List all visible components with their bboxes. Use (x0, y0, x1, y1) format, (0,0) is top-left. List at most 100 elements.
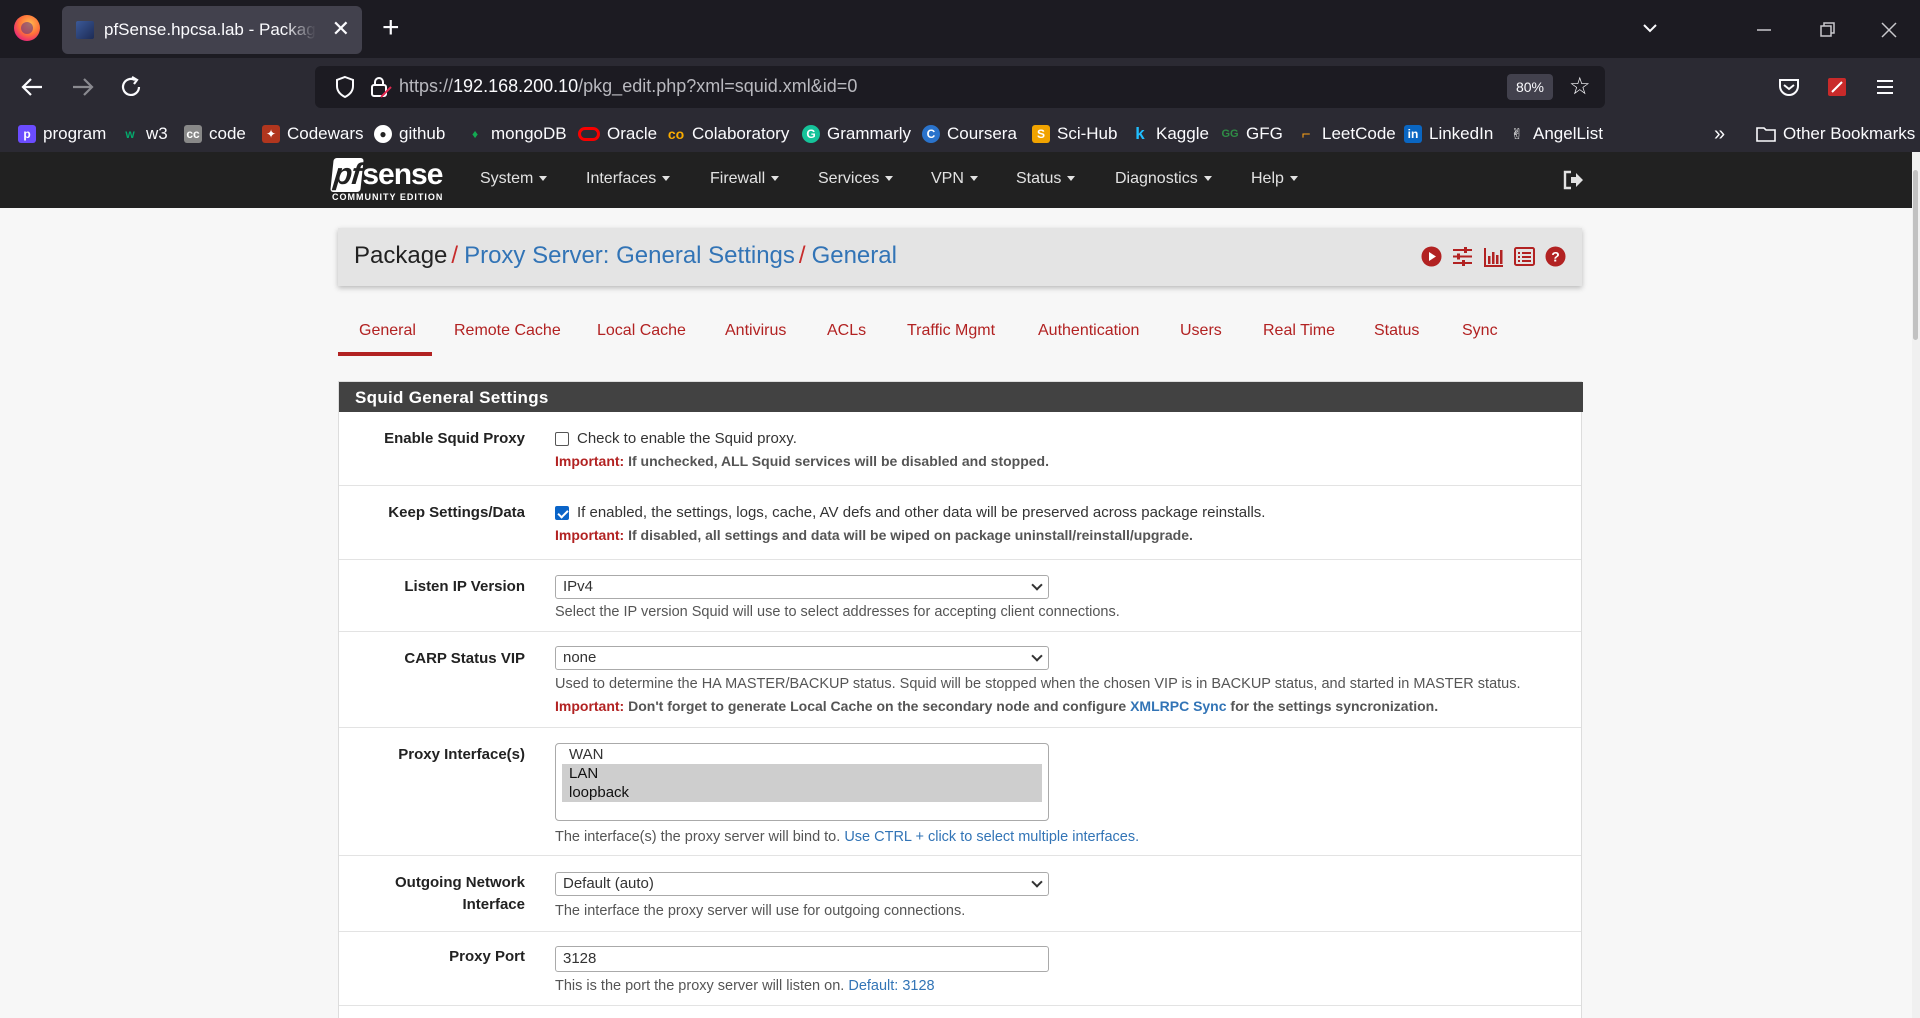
zoom-level-badge[interactable]: 80% (1507, 74, 1553, 100)
bookmark-star-icon[interactable]: ☆ (1569, 72, 1591, 102)
list-all-tabs-icon[interactable] (1640, 18, 1660, 38)
proxy-port-input[interactable]: 3128 (555, 946, 1049, 972)
bookmark-mongodb[interactable]: ♦ mongoDB (466, 122, 567, 146)
proxy-port-default-link[interactable]: Default: 3128 (848, 978, 934, 994)
mongodb-icon: ♦ (471, 127, 479, 141)
menu-interfaces[interactable]: Interfaces (586, 170, 671, 188)
bookmark-codewars[interactable]: ✦ Codewars (262, 122, 364, 146)
tab-authentication[interactable]: Authentication (1038, 322, 1139, 340)
listen-ip-select[interactable]: IPv4 (555, 575, 1049, 599)
enable-squid-text: Check to enable the Squid proxy. (577, 430, 797, 447)
menu-services[interactable]: Services (818, 170, 894, 188)
leetcode-icon: ⌐ (1301, 125, 1311, 143)
tracking-protection-shield-icon[interactable] (335, 75, 355, 99)
tab-users[interactable]: Users (1180, 322, 1222, 340)
menu-firewall[interactable]: Firewall (710, 170, 780, 188)
enable-squid-control[interactable]: Check to enable the Squid proxy. (555, 428, 1565, 450)
tab-close-icon[interactable]: ✕ (332, 16, 350, 42)
status-chart-icon[interactable] (1483, 246, 1504, 267)
restore-icon[interactable] (1818, 20, 1838, 40)
pfsense-logo-subtitle: COMMUNITY EDITION (332, 192, 444, 202)
url-bar[interactable]: https://192.168.200.10/pkg_edit.php?xml=… (315, 66, 1605, 108)
bookmark-oracle[interactable]: Oracle (578, 122, 657, 146)
multi-select-hint-link[interactable]: Use CTRL + click to select multiple inte… (844, 829, 1139, 845)
listbox-option-loopback[interactable]: loopback (562, 783, 1042, 802)
bookmark-colaboratory[interactable]: co Colaboratory (667, 122, 790, 146)
bookmark-gfg[interactable]: GG GFG (1221, 122, 1282, 146)
bookmark-scihub[interactable]: S Sci-Hub (1032, 122, 1117, 146)
url-prefix: https:// (399, 76, 454, 96)
tab-general[interactable]: General (359, 322, 416, 340)
back-arrow-icon[interactable] (20, 74, 46, 100)
tab-sync[interactable]: Sync (1462, 322, 1498, 340)
log-list-icon[interactable] (1514, 246, 1535, 267)
pfsense-navbar: pfsense COMMUNITY EDITION System Interfa… (0, 152, 1920, 208)
bookmark-code[interactable]: cc code (184, 122, 246, 146)
w3schools-icon: w (125, 127, 135, 141)
reload-icon[interactable] (118, 74, 144, 100)
bookmark-w3[interactable]: w w3 (121, 122, 167, 146)
proxy-interfaces-listbox[interactable]: WAN LAN loopback (555, 743, 1049, 821)
new-tab-button[interactable]: + (382, 10, 400, 46)
help-question-icon[interactable]: ? (1545, 246, 1566, 267)
tab-local-cache[interactable]: Local Cache (597, 322, 686, 340)
panel-title: Squid General Settings (339, 382, 1583, 412)
bookmark-leetcode[interactable]: ⌐ LeetCode (1297, 122, 1396, 146)
breadcrumb-page-link[interactable]: General (812, 242, 897, 269)
firefox-icon[interactable] (14, 15, 40, 41)
label-proxy-port: Proxy Port (449, 948, 525, 965)
pocket-icon[interactable] (1774, 72, 1804, 102)
tab-real-time[interactable]: Real Time (1263, 322, 1335, 340)
bookmark-angellist[interactable]: ✌ AngelList (1508, 122, 1603, 146)
keep-settings-checkbox[interactable] (555, 506, 569, 520)
listbox-option-lan[interactable]: LAN (562, 764, 1042, 783)
menu-status[interactable]: Status (1016, 170, 1076, 188)
squid-general-settings-panel: Squid General Settings Enable Squid Prox… (338, 381, 1583, 1018)
logout-icon[interactable] (1562, 170, 1584, 190)
other-bookmarks[interactable]: Other Bookmarks (1756, 122, 1915, 146)
listbox-option-wan[interactable]: WAN (562, 745, 1042, 764)
menu-hamburger-icon[interactable] (1870, 72, 1900, 102)
keep-settings-control[interactable]: If enabled, the settings, logs, cache, A… (555, 502, 1565, 524)
xmlrpc-sync-link[interactable]: XMLRPC Sync (1130, 698, 1226, 714)
minimize-icon[interactable] (1754, 20, 1774, 40)
tab-remote-cache[interactable]: Remote Cache (454, 322, 561, 340)
url-text[interactable]: https://192.168.200.10/pkg_edit.php?xml=… (399, 76, 857, 97)
pfsense-logo[interactable]: pfsense COMMUNITY EDITION (330, 158, 450, 204)
bookmark-github[interactable]: ● github (374, 122, 445, 146)
forward-arrow-icon[interactable] (69, 74, 95, 100)
close-window-icon[interactable] (1879, 20, 1899, 40)
bookmark-grammarly[interactable]: G Grammarly (802, 122, 911, 146)
page-scrollbar-thumb[interactable] (1913, 170, 1918, 340)
extension-icon[interactable] (1822, 72, 1852, 102)
bookmark-program[interactable]: p program (18, 122, 106, 146)
row-carp-vip: CARP Status VIP none Used to determine t… (339, 632, 1581, 728)
row-listen-ip: Listen IP Version IPv4 Select the IP ver… (339, 560, 1581, 632)
breadcrumb-section-link[interactable]: Proxy Server: General Settings (464, 242, 795, 269)
linkedin-icon: in (1404, 125, 1422, 143)
row-proxy-port: Proxy Port 3128 This is the port the pro… (339, 932, 1581, 1006)
bookmark-kaggle[interactable]: k Kaggle (1131, 122, 1209, 146)
browser-tab-active[interactable]: pfSense.hpcsa.lab - Package: Proxy Serve… (62, 6, 362, 54)
menu-vpn[interactable]: VPN (931, 170, 978, 188)
tab-status[interactable]: Status (1374, 322, 1419, 340)
bookmark-coursera[interactable]: C Coursera (922, 122, 1017, 146)
tab-antivirus[interactable]: Antivirus (725, 322, 786, 340)
coursera-icon: C (922, 125, 940, 143)
carp-vip-select[interactable]: none (555, 646, 1049, 670)
settings-sliders-icon[interactable] (1452, 246, 1473, 267)
service-start-icon[interactable] (1421, 246, 1442, 267)
outgoing-interface-select[interactable]: Default (auto) (555, 872, 1049, 896)
tab-traffic-mgmt[interactable]: Traffic Mgmt (907, 322, 995, 340)
gfg-icon: GG (1221, 128, 1239, 140)
lock-warning-icon[interactable] (369, 75, 393, 99)
carp-vip-help: Used to determine the HA MASTER/BACKUP s… (555, 676, 1521, 692)
carp-vip-important: Important: Don't forget to generate Loca… (555, 698, 1439, 714)
menu-diagnostics[interactable]: Diagnostics (1115, 170, 1212, 188)
bookmarks-overflow-chevron-icon[interactable]: » (1714, 122, 1725, 146)
tab-acls[interactable]: ACLs (827, 322, 866, 340)
menu-help[interactable]: Help (1251, 170, 1298, 188)
menu-system[interactable]: System (480, 170, 548, 188)
bookmark-linkedin[interactable]: in LinkedIn (1404, 122, 1493, 146)
enable-squid-checkbox[interactable] (555, 432, 569, 446)
